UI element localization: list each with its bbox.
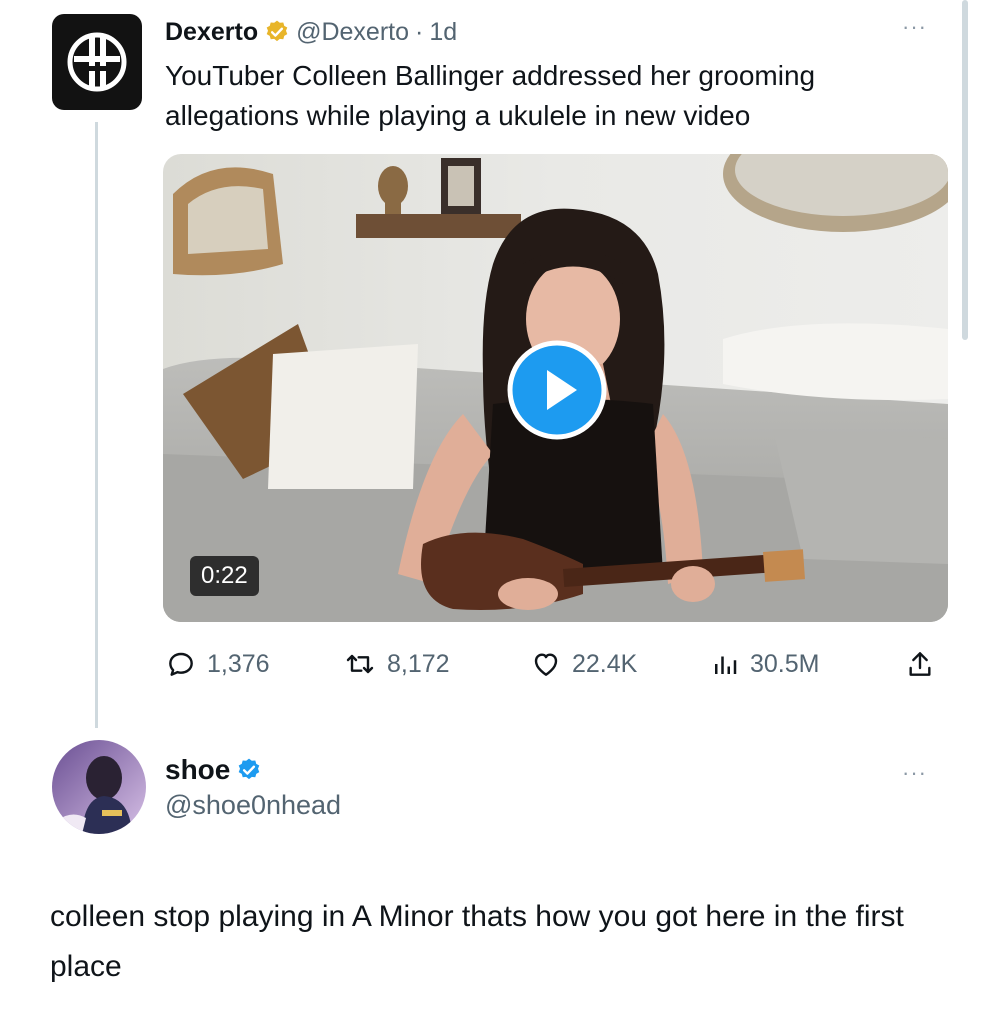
author-name[interactable]: Dexerto — [165, 18, 258, 47]
retweet-count: 8,172 — [387, 649, 450, 678]
avatar-shoe[interactable] — [52, 740, 146, 834]
verified-gold-icon — [266, 20, 288, 42]
share-button[interactable] — [904, 644, 946, 684]
reply-author-handle[interactable]: @shoe0nhead — [165, 790, 341, 821]
views-icon — [715, 656, 737, 674]
tweet-text: YouTuber Colleen Ballinger addressed her… — [165, 60, 816, 131]
reply-author-name[interactable]: shoe — [165, 754, 230, 786]
retweet-button[interactable]: 8,172 — [343, 644, 450, 684]
reply-icon — [169, 652, 193, 676]
reply-header: shoe — [165, 750, 262, 790]
retweet-icon — [346, 654, 374, 674]
scrollbar[interactable] — [962, 0, 968, 340]
reply-more-options-icon[interactable]: ··· — [902, 760, 927, 786]
verified-blue-icon — [239, 758, 260, 780]
dexerto-logo-icon — [67, 32, 127, 92]
video-duration: 0:22 — [190, 556, 259, 596]
reply-count: 1,376 — [207, 649, 270, 678]
more-options-icon[interactable]: ··· — [902, 14, 927, 40]
separator-dot: · — [415, 17, 424, 46]
share-icon — [909, 652, 931, 676]
author-handle[interactable]: @Dexerto — [296, 18, 409, 47]
thread-line — [95, 122, 98, 728]
reply-text: colleen stop playing in A Minor thats ho… — [50, 900, 904, 983]
like-count: 22.4K — [572, 649, 638, 678]
like-icon — [534, 653, 558, 676]
play-icon[interactable] — [507, 340, 607, 440]
views-button[interactable]: 30.5M — [710, 644, 819, 684]
like-button[interactable]: 22.4K — [530, 644, 637, 684]
avatar-image — [52, 740, 146, 834]
avatar-dexerto[interactable] — [52, 14, 142, 110]
reply-button[interactable]: 1,376 — [165, 644, 270, 684]
views-count: 30.5M — [750, 649, 820, 678]
tweet-age[interactable]: 1d — [429, 18, 457, 47]
tweet-header: Dexerto @Dexerto · 1d — [165, 14, 457, 50]
